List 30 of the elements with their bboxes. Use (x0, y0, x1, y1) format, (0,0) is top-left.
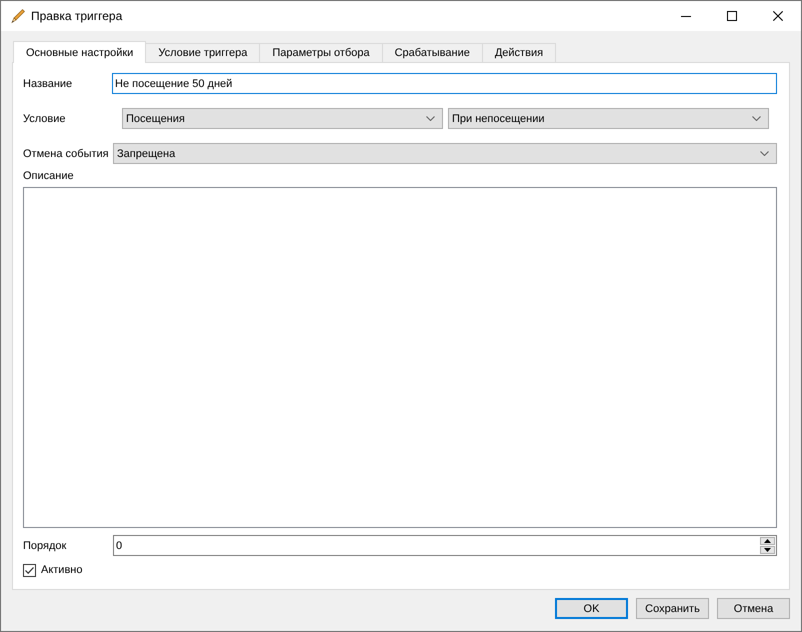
chevron-down-icon (426, 116, 435, 121)
maximize-icon (727, 11, 737, 21)
field-label: Отмена события (23, 148, 109, 160)
triangle-up-icon (764, 539, 771, 543)
active-checkbox[interactable] (23, 564, 36, 576)
check-icon (25, 566, 34, 574)
tab[interactable]: Основные настройки (13, 41, 146, 63)
field-label: Описание (23, 170, 74, 182)
checkbox-label[interactable]: Активно (41, 564, 82, 576)
name-input[interactable]: Не посещение 50 дней (112, 73, 777, 94)
dialog-button[interactable]: OK (555, 598, 628, 619)
field-label: Название (23, 78, 72, 90)
dialog-button[interactable]: Отмена (717, 598, 790, 619)
description-field[interactable] (23, 187, 777, 528)
close-icon (773, 11, 783, 21)
condition-dropdown[interactable]: Посещения (122, 108, 443, 129)
chevron-down-icon (752, 116, 761, 121)
chevron-down-icon (760, 151, 769, 156)
tab[interactable]: Действия (482, 43, 556, 62)
window-title: Правка триггера (31, 9, 122, 23)
spin-up-button[interactable] (760, 537, 775, 545)
spin-down-button[interactable] (760, 546, 775, 554)
field-label: Порядок (23, 540, 66, 552)
triangle-down-icon (764, 548, 771, 552)
order-spinbox[interactable]: 0 (113, 535, 777, 556)
dialog-button[interactable]: Сохранить (636, 598, 709, 619)
pencil-icon (10, 8, 26, 24)
cancel-event-dropdown[interactable]: Запрещена (113, 143, 777, 164)
field-label: Условие (23, 112, 66, 124)
condition-dropdown[interactable]: При непосещении (448, 108, 769, 129)
